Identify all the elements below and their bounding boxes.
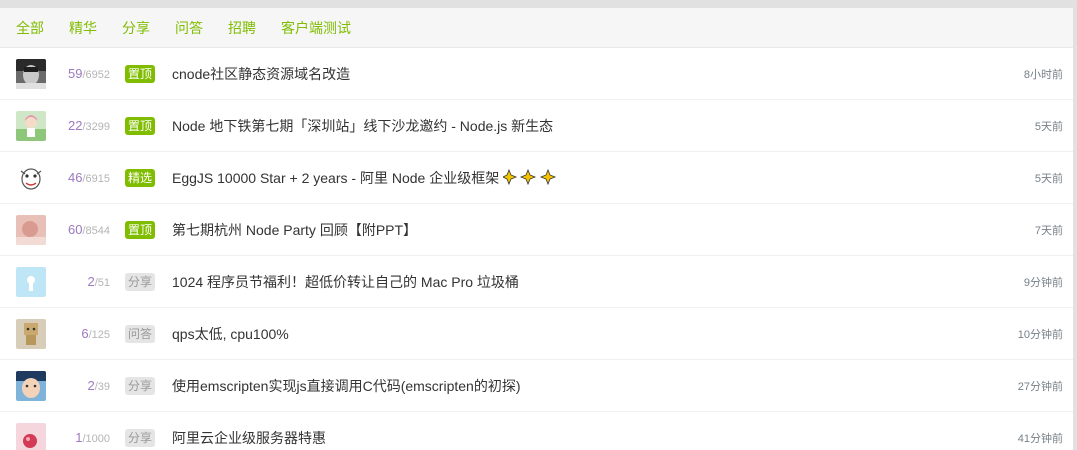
user-avatar[interactable]: [16, 162, 46, 193]
reply-count: 2: [87, 378, 95, 393]
user-avatar[interactable]: [16, 110, 46, 141]
last-reply-time[interactable]: 41分钟前: [1018, 430, 1063, 446]
user-avatar-blue-icon: [16, 266, 46, 297]
reply-visit-count: 2/39: [87, 378, 110, 393]
topic-row: 1/1000 分享 阿里云企业级服务器特惠 41分钟前: [0, 412, 1073, 450]
reply-visit-count: 46/6915: [67, 170, 110, 185]
visit-count: 6915: [85, 173, 110, 185]
visit-count: 1000: [85, 433, 110, 445]
topic-tag: 精选: [125, 168, 156, 187]
last-reply-time[interactable]: 27分钟前: [1018, 378, 1063, 394]
reply-visit-count: 2/51: [87, 274, 110, 289]
last-reply-time[interactable]: 10分钟前: [1018, 326, 1063, 342]
user-avatar[interactable]: [16, 214, 46, 245]
topic-title[interactable]: cnode社区静态资源域名改造: [172, 64, 350, 84]
user-avatar-cartoon-icon: [16, 162, 46, 193]
topic-row: 2/39 分享 使用emscripten实现js直接调用C代码(emscript…: [0, 360, 1073, 412]
user-avatar-box-icon: [16, 318, 46, 349]
topic-tag: 置顶: [125, 64, 156, 83]
topic-tag: 分享: [125, 428, 156, 447]
reply-count: 22: [67, 118, 83, 133]
visit-count: 6952: [85, 69, 110, 81]
topic-title[interactable]: 1024 程序员节福利！超低价转让自己的 Mac Pro 垃圾桶: [172, 272, 519, 292]
topic-row: 2/51 分享 1024 程序员节福利！超低价转让自己的 Mac Pro 垃圾桶…: [0, 256, 1073, 308]
tab-dev[interactable]: 客户端测试: [281, 16, 351, 40]
topic-title[interactable]: qps太低, cpu100%: [172, 324, 289, 344]
visit-count: 125: [91, 329, 110, 341]
topic-title[interactable]: EggJS 10000 Star + 2 years - 阿里 Node 企业级…: [172, 168, 561, 188]
user-avatar-red-icon: [16, 422, 46, 450]
reply-count: 59: [67, 66, 83, 81]
tab-all[interactable]: 全部: [16, 16, 44, 40]
topic-row: 59/6952 置顶 cnode社区静态资源域名改造 8小时前: [0, 48, 1073, 100]
user-avatar[interactable]: [16, 318, 46, 349]
topic-title-text: EggJS 10000 Star + 2 years - 阿里 Node 企业级…: [172, 169, 500, 186]
tab-good[interactable]: 精华: [69, 16, 97, 40]
tab-share[interactable]: 分享: [122, 16, 150, 40]
visit-count: 51: [97, 277, 110, 289]
topic-title[interactable]: Node 地下铁第七期「深圳站」线下沙龙邀约 - Node.js 新生态: [172, 116, 553, 136]
last-reply-time[interactable]: 5天前: [1035, 170, 1063, 186]
tab-ask[interactable]: 问答: [175, 16, 203, 40]
user-avatar[interactable]: [16, 370, 46, 401]
user-avatar-anime-icon: [16, 110, 46, 141]
reply-count: 46: [67, 170, 83, 185]
user-avatar-kid-icon: [16, 370, 46, 401]
last-reply-time[interactable]: 7天前: [1035, 222, 1063, 238]
reply-visit-count: 22/3299: [67, 118, 110, 133]
last-reply-time[interactable]: 5天前: [1035, 118, 1063, 134]
topic-tag: 分享: [125, 272, 156, 291]
user-avatar[interactable]: [16, 58, 46, 89]
reply-visit-count: 1/1000: [75, 430, 110, 445]
topic-tag: 分享: [125, 376, 156, 395]
user-avatar[interactable]: [16, 266, 46, 297]
reply-visit-count: 60/8544: [67, 222, 110, 237]
visit-count: 3299: [85, 121, 110, 133]
topic-title[interactable]: 使用emscripten实现js直接调用C代码(emscripten的初探): [172, 376, 520, 396]
reply-visit-count: 6/125: [81, 326, 110, 341]
reply-count: 2: [87, 274, 95, 289]
topic-row: 60/8544 置顶 第七期杭州 Node Party 回顾【附PPT】 7天前: [0, 204, 1073, 256]
last-reply-time[interactable]: 8小时前: [1024, 66, 1063, 82]
last-reply-time[interactable]: 9分钟前: [1024, 274, 1063, 290]
user-avatar-dark-icon: [16, 58, 46, 89]
user-avatar-pink-icon: [16, 214, 46, 245]
visit-count: 8544: [85, 225, 110, 237]
topic-tag: 置顶: [125, 116, 156, 135]
page-scrollbar[interactable]: [1073, 8, 1077, 450]
reply-visit-count: 59/6952: [67, 66, 110, 81]
tab-job[interactable]: 招聘: [228, 16, 256, 40]
topic-list: 59/6952 置顶 cnode社区静态资源域名改造 8小时前 22/3299 …: [0, 48, 1073, 450]
sparkles-emoji-icon: [503, 168, 557, 185]
topic-title[interactable]: 第七期杭州 Node Party 回顾【附PPT】: [172, 220, 417, 240]
topic-row: 6/125 问答 qps太低, cpu100% 10分钟前: [0, 308, 1073, 360]
reply-count: 60: [67, 222, 83, 237]
topic-title[interactable]: 阿里云企业级服务器特惠: [172, 428, 326, 448]
user-avatar[interactable]: [16, 422, 46, 450]
topic-tag: 置顶: [125, 220, 156, 239]
topic-row: 46/6915 精选 EggJS 10000 Star + 2 years - …: [0, 152, 1073, 204]
topic-tabs: 全部 精华 分享 问答 招聘 客户端测试: [0, 8, 1073, 48]
topic-panel: 全部 精华 分享 问答 招聘 客户端测试 59/6952 置顶 cnode社区静…: [0, 8, 1073, 450]
topic-row: 22/3299 置顶 Node 地下铁第七期「深圳站」线下沙龙邀约 - Node…: [0, 100, 1073, 152]
reply-count: 6: [81, 326, 89, 341]
topic-tag: 问答: [125, 324, 156, 343]
visit-count: 39: [97, 381, 110, 393]
